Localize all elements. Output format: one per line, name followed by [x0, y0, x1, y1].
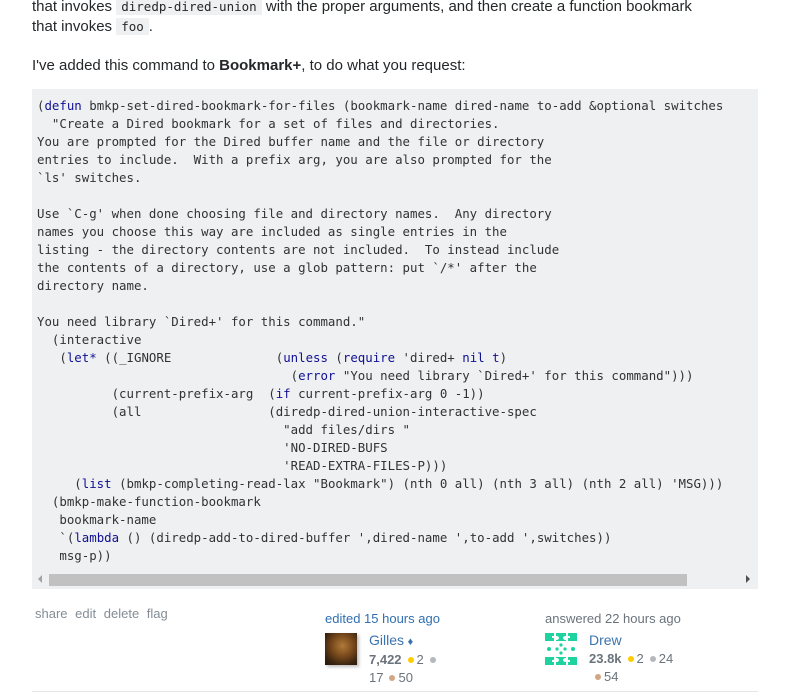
code-line: (all (diredp-dired-union-interactive-spe…	[111, 404, 537, 419]
author-bronze-count: 54	[604, 669, 619, 684]
scroll-right-arrow-icon[interactable]	[746, 575, 750, 583]
answered-time: answered 22 hours ago	[545, 611, 681, 626]
editor-user-card: Gilles ♦ 7,422 2 17 50	[325, 631, 440, 685]
text: that invokes	[32, 0, 117, 15]
post-menu: share edit delete flag	[35, 606, 172, 621]
silver-badge-icon	[429, 657, 436, 664]
paragraph-line-1: that invokes diredp-dired-union with the…	[32, 0, 762, 17]
code-block[interactable]: (defun bmkp-set-dired-bookmark-for-files…	[32, 89, 758, 589]
author-identicon-avatar[interactable]	[545, 633, 577, 665]
code-horizontal-scrollbar[interactable]	[32, 571, 758, 588]
code-line: (list (bmkp-completing-read-lax "Bookmar…	[37, 476, 724, 491]
scrollbar-thumb[interactable]	[49, 574, 687, 586]
bronze-badge-icon	[595, 674, 601, 681]
editor-gold-count: 2	[416, 652, 424, 667]
author-signature: answered 22 hours ago Drew 23.8k 2 24 54	[545, 611, 681, 684]
code-line: (defun bmkp-set-dired-bookmark-for-files…	[37, 98, 724, 113]
code-line: (current-prefix-arg (if current-prefix-a…	[37, 386, 485, 401]
inline-code-foo: foo	[116, 18, 149, 35]
share-link[interactable]: share	[35, 606, 68, 621]
author-reputation: 23.8k	[589, 651, 622, 666]
code-line: You need library `Dired+' for this comma…	[37, 314, 366, 329]
answer-divider	[32, 691, 758, 692]
edit-link[interactable]: edit	[75, 606, 96, 621]
editor-silver-count: 17	[369, 670, 384, 685]
code-line: 'READ-EXTRA-FILES-P)))	[283, 458, 448, 473]
code-line: `(lambda () (diredp-add-to-dired-buffer …	[37, 530, 612, 545]
code-line: `ls' switches.	[37, 170, 142, 185]
bookmark-plus-bold: Bookmark+	[219, 57, 302, 74]
code-line: listing - the directory contents are not…	[37, 242, 560, 257]
author-silver-count: 24	[658, 651, 674, 666]
gold-badge-icon	[627, 656, 634, 663]
code-line: msg-p))	[59, 548, 112, 563]
code-line: "add files/dirs "	[283, 422, 410, 437]
editor-bronze-count: 50	[398, 670, 413, 685]
silver-badge-icon	[649, 656, 656, 663]
author-details: Drew 23.8k 2 24 54	[589, 631, 681, 686]
inline-code-diredp-dired-union: diredp-dired-union	[116, 0, 262, 15]
paragraph-line-2: that invokes foo.	[32, 17, 762, 37]
editor-reputation: 7,422	[369, 652, 402, 667]
gold-badge-icon	[407, 657, 414, 664]
code-line: "Create a Dired bookmark for a set of fi…	[51, 116, 500, 131]
text: that invokes	[32, 18, 117, 35]
text: , to do what you request:	[301, 57, 466, 74]
code-line: directory name.	[37, 278, 149, 293]
code-line: (bmkp-make-function-bookmark	[51, 494, 261, 509]
bronze-badge-icon	[389, 675, 396, 682]
edited-time-link[interactable]: edited 15 hours ago	[325, 611, 440, 626]
code-line: bookmark-name	[59, 512, 157, 527]
editor-details: Gilles ♦ 7,422 2 17 50	[369, 631, 440, 687]
code-line: (let* ((_IGNORE (unless (require 'dired+…	[37, 350, 508, 365]
answer-paragraph-1: that invokes diredp-dired-union with the…	[32, 0, 762, 37]
scroll-left-arrow-icon[interactable]	[38, 575, 42, 583]
code-line: entries to include. With a prefix arg, y…	[37, 152, 552, 167]
code-line: (interactive	[51, 332, 142, 347]
code-line: (error "You need library `Dired+' for th…	[37, 368, 694, 383]
editor-avatar[interactable]	[325, 633, 357, 665]
text: .	[148, 18, 153, 35]
author-user-card: Drew 23.8k 2 24 54	[545, 631, 681, 684]
code-line: names you choose this way are included a…	[37, 224, 507, 239]
answer-paragraph-2: I've added this command to Bookmark+, to…	[32, 56, 762, 76]
text: with the proper arguments, and then crea…	[261, 0, 692, 15]
editor-signature: edited 15 hours ago Gilles ♦ 7,422 2 17 50	[325, 611, 440, 685]
code-listing: (defun bmkp-set-dired-bookmark-for-files…	[32, 89, 758, 565]
code-line: the contents of a directory, use a glob …	[37, 260, 537, 275]
author-gold-count: 2	[636, 651, 644, 666]
code-line: Use `C-g' when done choosing file and di…	[37, 206, 552, 221]
editor-name-link[interactable]: Gilles	[369, 632, 404, 648]
code-line: You are prompted for the Dired buffer na…	[37, 134, 545, 149]
moderator-diamond-icon: ♦	[407, 636, 414, 648]
flag-link[interactable]: flag	[147, 606, 168, 621]
text: I've added this command to	[32, 57, 220, 74]
author-name-link[interactable]: Drew	[589, 632, 622, 648]
code-line: 'NO-DIRED-BUFS	[283, 440, 388, 455]
delete-link[interactable]: delete	[104, 606, 139, 621]
